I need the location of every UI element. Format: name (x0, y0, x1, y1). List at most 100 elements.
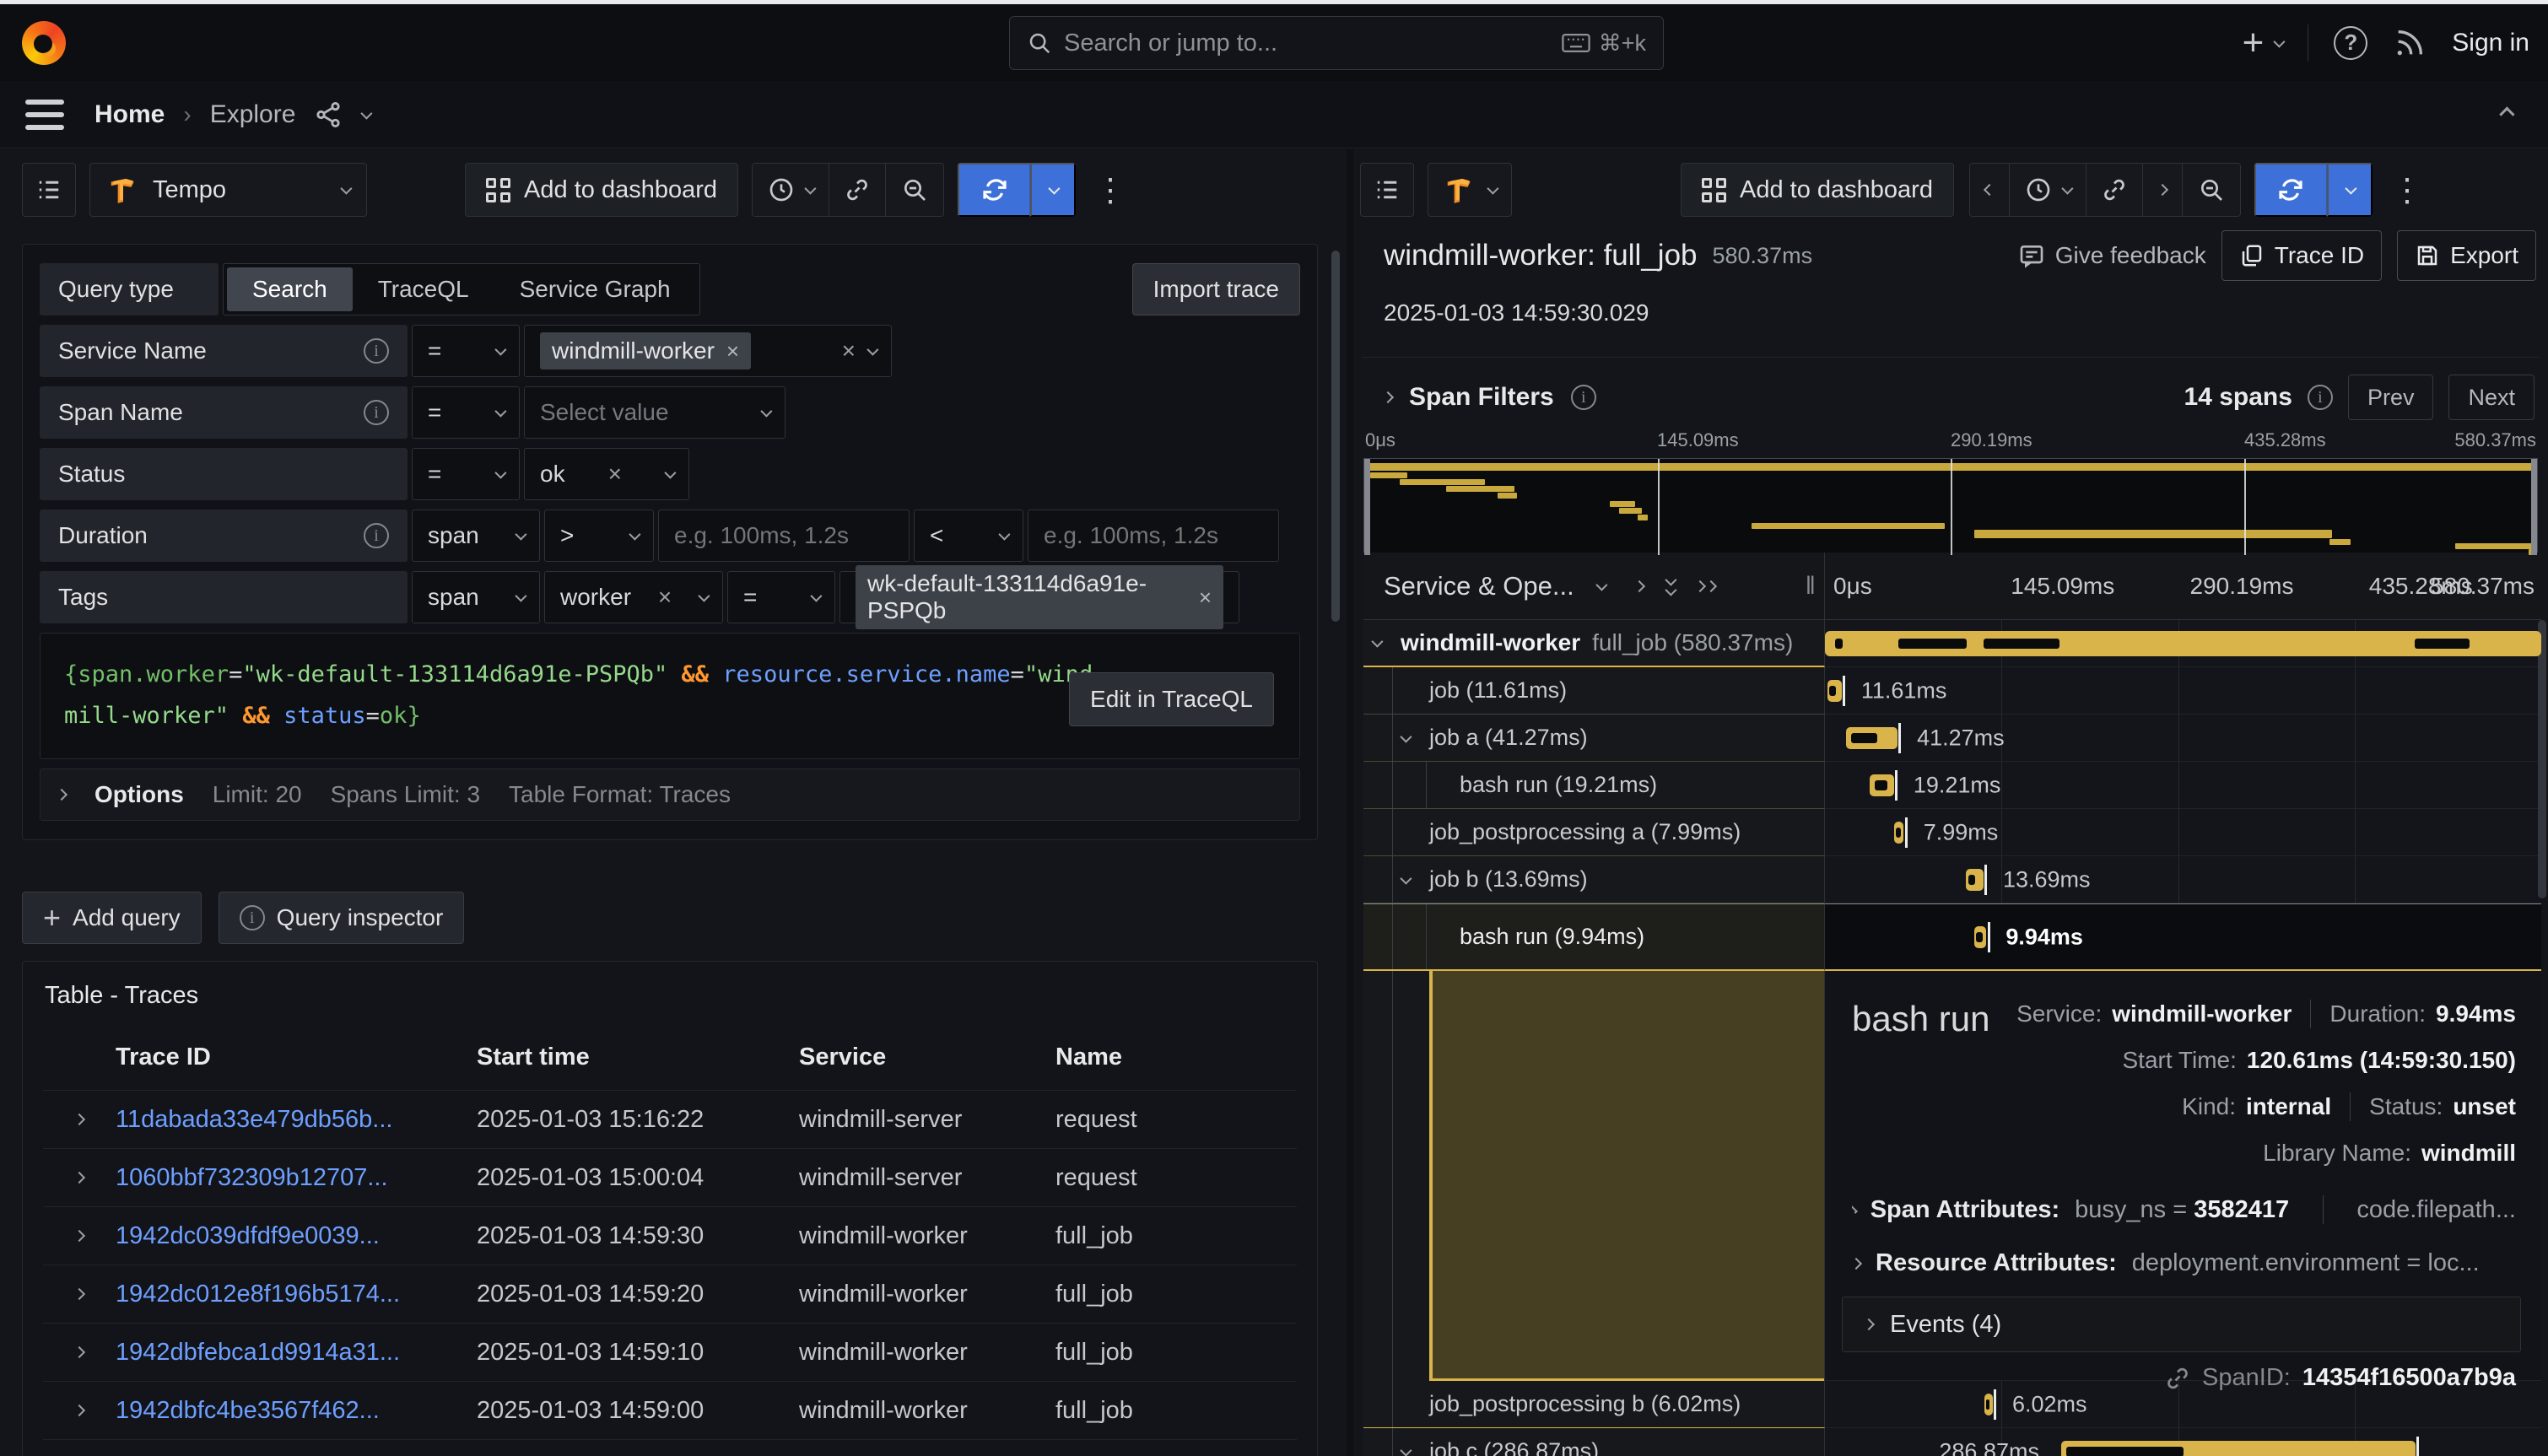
link-split-button[interactable] (829, 164, 886, 216)
row-expander[interactable] (43, 1290, 116, 1298)
span-attributes-row[interactable]: Span Attributes: busy_ns = 3582417 code.… (1852, 1195, 2516, 1224)
chevron-down-icon[interactable] (361, 107, 373, 119)
prev-button[interactable]: Prev (2348, 375, 2434, 420)
tag-key[interactable]: worker× (544, 571, 723, 623)
col-trace-id[interactable]: Trace ID (116, 1043, 477, 1071)
span-row[interactable]: job a (41.27ms) 41.27ms (1363, 715, 2541, 762)
run-query-interval-button[interactable] (2327, 163, 2373, 217)
span-name-operator[interactable]: = (412, 386, 520, 439)
table-row[interactable]: 11dabada33e479db56b... 2025-01-03 15:16:… (43, 1090, 1297, 1148)
zoom-out-button[interactable] (2183, 164, 2240, 216)
column-resize-handle[interactable]: ‖ (1806, 572, 1817, 601)
service-name-value[interactable]: windmill-worker× × (524, 325, 892, 377)
import-trace-button[interactable]: Import trace (1132, 263, 1300, 315)
table-row[interactable]: 1942dbfc4be3567f462... 2025-01-03 14:59:… (43, 1381, 1297, 1439)
collapse-all-icon[interactable] (1665, 577, 1674, 596)
trace-id-button[interactable]: Trace ID (2221, 230, 2382, 281)
duration-min-input[interactable] (658, 510, 910, 562)
row-expander[interactable] (43, 1115, 116, 1124)
row-expander[interactable] (43, 1232, 116, 1240)
remove-icon[interactable]: × (1199, 585, 1212, 611)
shift-time-back-button[interactable] (1970, 164, 2010, 216)
add-to-dashboard-button[interactable]: Add to dashboard (465, 163, 738, 217)
shift-time-forward-button[interactable] (2143, 164, 2183, 216)
resource-attributes-row[interactable]: Resource Attributes: deployment.environm… (1852, 1249, 2516, 1277)
query-inspector-button[interactable]: iQuery inspector (219, 892, 465, 944)
run-query-button[interactable] (2254, 163, 2327, 217)
remove-icon[interactable]: × (608, 461, 622, 488)
span-row[interactable]: bash run (19.21ms) 19.21ms (1363, 762, 2541, 809)
tab-service-graph[interactable]: Service Graph (494, 267, 696, 311)
status-operator[interactable]: = (412, 448, 520, 500)
remove-icon[interactable]: × (726, 338, 739, 364)
new-menu-button[interactable]: + (2243, 24, 2283, 62)
trace-id-link[interactable]: 1942dbfebca1d9914a31... (116, 1339, 400, 1366)
minimap-right-handle[interactable] (2531, 459, 2537, 555)
span-bar[interactable] (1984, 1394, 1992, 1416)
export-button[interactable]: Export (2397, 230, 2536, 281)
events-accordion[interactable]: Events (4) (1842, 1297, 2521, 1352)
value-chip[interactable]: wk-default-133114d6a91e-PSPQb× (856, 565, 1223, 629)
tag-value[interactable]: wk-default-133114d6a91e-PSPQb× (839, 571, 1239, 623)
span-filters-label[interactable]: Span Filters (1409, 383, 1554, 412)
row-expander[interactable] (43, 1406, 116, 1415)
tab-traceql[interactable]: TraceQL (353, 267, 494, 311)
span-bar[interactable] (1827, 680, 1842, 702)
span-bar[interactable] (1974, 926, 1986, 948)
share-icon[interactable] (314, 100, 343, 129)
breadcrumb-explore[interactable]: Explore (210, 100, 296, 129)
give-feedback-button[interactable]: Give feedback (2018, 242, 2206, 269)
run-query-button[interactable] (958, 163, 1030, 217)
run-query-interval-button[interactable] (1030, 163, 1076, 217)
status-value[interactable]: ok× (524, 448, 689, 500)
span-row[interactable]: job_postprocessing a (7.99ms) 7.99ms (1363, 809, 2541, 856)
datasource-picker[interactable]: Tempo (89, 163, 367, 217)
chevron-right-icon[interactable] (1382, 391, 1394, 403)
right-pane-scrollbar[interactable] (2538, 620, 2546, 898)
duration-lt-operator[interactable]: < (914, 510, 1023, 562)
pane-splitter[interactable] (1347, 149, 1353, 1456)
span-row[interactable]: windmill-workerfull_job (580.37ms) (1363, 620, 2541, 667)
news-button[interactable] (2393, 26, 2427, 60)
col-start-time[interactable]: Start time (477, 1043, 799, 1071)
add-to-dashboard-button[interactable]: Add to dashboard (1681, 163, 1954, 217)
minimap-left-handle[interactable] (1364, 459, 1370, 555)
duration-max-input[interactable] (1028, 510, 1279, 562)
col-name[interactable]: Name (1055, 1043, 1297, 1071)
trace-id-link[interactable]: 11dabada33e479db56b... (116, 1106, 392, 1133)
next-button[interactable]: Next (2448, 375, 2535, 420)
table-row[interactable]: 1060bbf732309b12707... 2025-01-03 15:00:… (43, 1148, 1297, 1206)
sign-in-link[interactable]: Sign in (2452, 29, 2529, 57)
grafana-logo-icon[interactable] (22, 21, 66, 65)
outline-button[interactable] (1360, 163, 1414, 217)
menu-toggle-button[interactable] (25, 100, 64, 130)
table-row[interactable]: 1942dc012e8f196b5174... 2025-01-03 14:59… (43, 1265, 1297, 1323)
trace-id-link[interactable]: 1942dbfc4be3567f462... (116, 1397, 380, 1424)
tag-scope[interactable]: span (412, 571, 540, 623)
breadcrumb-home[interactable]: Home (94, 100, 165, 129)
chevron-down-icon[interactable] (1595, 579, 1607, 590)
datasource-picker[interactable] (1428, 163, 1512, 217)
duration-gt-operator[interactable]: > (544, 510, 654, 562)
span-bar[interactable] (1870, 774, 1893, 796)
span-bar[interactable] (1894, 822, 1904, 844)
span-row-selected[interactable]: bash run (9.94ms) 9.94ms (1363, 903, 2541, 971)
table-row[interactable]: 1942dbfebca1d9914a31... 2025-01-03 14:59… (43, 1323, 1297, 1381)
panel-menu-button[interactable]: ⋮ (1094, 171, 1126, 209)
span-row[interactable]: job b (13.69ms) 13.69ms (1363, 856, 2541, 903)
help-button[interactable]: ? (2334, 26, 2367, 60)
time-picker-button[interactable] (753, 164, 829, 216)
edit-in-traceql-button[interactable]: Edit in TraceQL (1069, 672, 1274, 726)
service-name-operator[interactable]: = (412, 325, 520, 377)
chevron-right-icon[interactable] (1633, 580, 1645, 591)
value-chip[interactable]: windmill-worker× (540, 332, 751, 369)
duration-scope[interactable]: span (412, 510, 540, 562)
service-operation-column-header[interactable]: Service & Ope... ‖ (1363, 553, 1825, 619)
table-row[interactable]: 1942dc039dfdf9e0039... 2025-01-03 14:59:… (43, 1206, 1297, 1265)
outline-button[interactable] (22, 163, 76, 217)
tag-operator[interactable]: = (727, 571, 835, 623)
span-row[interactable]: job (11.61ms) 11.61ms (1363, 667, 2541, 715)
left-pane-scrollbar[interactable] (1331, 251, 1340, 622)
table-row[interactable]: 1942dbf9d9fa6108d0d1... 2025-01-03 14:58… (43, 1439, 1297, 1456)
row-expander[interactable] (43, 1348, 116, 1356)
